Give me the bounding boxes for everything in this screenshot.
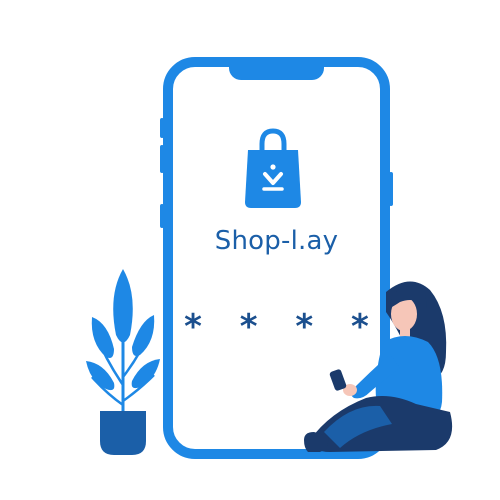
potted-plant-icon: [86, 269, 160, 455]
app-name: Shop-l.ay: [214, 226, 339, 256]
phone-side-button: [160, 204, 164, 228]
phone-notch: [229, 62, 324, 80]
phone-side-button: [389, 172, 393, 206]
phone-side-button: [160, 145, 164, 173]
woman-with-phone-icon: [304, 281, 453, 452]
shopping-bag-icon: [245, 128, 301, 208]
phone-side-button: [160, 118, 164, 138]
illustration-scene: Shop-l.ay * * * *: [0, 0, 500, 500]
